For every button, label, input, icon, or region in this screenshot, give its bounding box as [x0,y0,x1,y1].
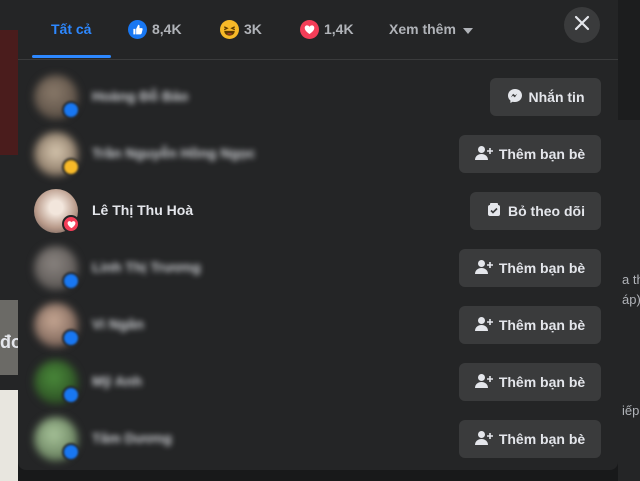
message-button[interactable]: Nhắn tin [490,78,601,116]
tab-like[interactable]: 8,4K [128,0,182,58]
person-name[interactable]: Vi Ngân [92,316,144,332]
close-button[interactable] [564,7,600,43]
add-friend-label: Thêm bạn bè [498,431,586,447]
love-reaction-icon [300,19,319,39]
like-badge-icon [62,329,80,347]
haha-badge-icon [62,158,80,176]
add-friend-button[interactable]: Thêm bạn bè [459,306,601,344]
person-name[interactable]: Lê Thị Thu Hoà [92,202,193,218]
add-friend-button[interactable]: Thêm bạn bè [459,135,601,173]
love-badge-icon [62,215,80,233]
background-image-left [0,30,18,155]
tab-more[interactable]: Xem thêm [389,0,473,58]
haha-count: 3K [244,21,262,37]
like-badge-icon [62,443,80,461]
add-friend-label: Thêm bạn bè [498,146,586,162]
tab-love[interactable]: 1,4K [300,0,354,58]
person-name[interactable]: Trần Nguyễn Hồng Ngọc [92,145,255,161]
background-text-left: đơ [0,332,18,352]
reaction-tabs: Tất cả 8,4K 3K 1,4K Xem thêm [18,0,618,60]
add-friend-label: Thêm bạn bè [498,317,586,333]
list-item: Hoàng Đỗ Bảo Nhắn tin [18,69,618,126]
tab-all[interactable]: Tất cả [51,0,91,58]
reactions-dialog: Tất cả 8,4K 3K 1,4K Xem thêm Hoàng Đỗ Bả… [18,0,618,470]
person-name[interactable]: Hoàng Đỗ Bảo [92,88,188,104]
unfollow-button[interactable]: Bỏ theo dõi [470,192,601,230]
close-icon [574,15,590,36]
add-friend-icon [474,430,493,449]
haha-reaction-icon [220,19,239,39]
like-badge-icon [62,101,80,119]
list-item: Tâm Dương Thêm bạn bè [18,411,618,468]
add-friend-button[interactable]: Thêm bạn bè [459,249,601,287]
background-logo-left [0,390,18,481]
list-item: Vi Ngân Thêm bạn bè [18,297,618,354]
add-friend-icon [474,145,493,164]
active-tab-indicator [32,55,111,58]
tab-all-label: Tất cả [51,21,92,37]
messenger-icon [507,88,523,107]
add-friend-icon [474,373,493,392]
message-button-label: Nhắn tin [528,89,585,105]
like-reaction-icon [128,19,147,39]
add-friend-button[interactable]: Thêm bạn bè [459,363,601,401]
tab-more-label: Xem thêm [389,21,456,37]
like-badge-icon [62,386,80,404]
unfollow-icon [486,202,502,221]
caret-down-icon [462,21,473,37]
add-friend-icon [474,316,493,335]
add-friend-button[interactable]: Thêm bạn bè [459,420,601,458]
love-count: 1,4K [324,21,354,37]
background-text-right-2: áp) [622,292,640,307]
background-text-right-3: iếp [622,403,640,418]
list-item: Trần Nguyễn Hồng Ngọc Thêm bạn bè [18,126,618,183]
background-image-right [618,0,640,120]
list-item: Linh Thị Trương Thêm bạn bè [18,240,618,297]
person-name[interactable]: Linh Thị Trương [92,259,201,275]
add-friend-label: Thêm bạn bè [498,260,586,276]
list-item: Mỹ Anh Thêm bạn bè [18,354,618,411]
person-name[interactable]: Tâm Dương [92,430,172,446]
tab-haha[interactable]: 3K [220,0,262,58]
unfollow-label: Bỏ theo dõi [508,203,585,219]
like-badge-icon [62,272,80,290]
add-friend-icon [474,259,493,278]
background-text-right-1: a th [622,272,640,287]
like-count: 8,4K [152,21,182,37]
person-name[interactable]: Mỹ Anh [92,373,142,389]
list-item: Lê Thị Thu Hoà Bỏ theo dõi [18,183,618,240]
add-friend-label: Thêm bạn bè [498,374,586,390]
